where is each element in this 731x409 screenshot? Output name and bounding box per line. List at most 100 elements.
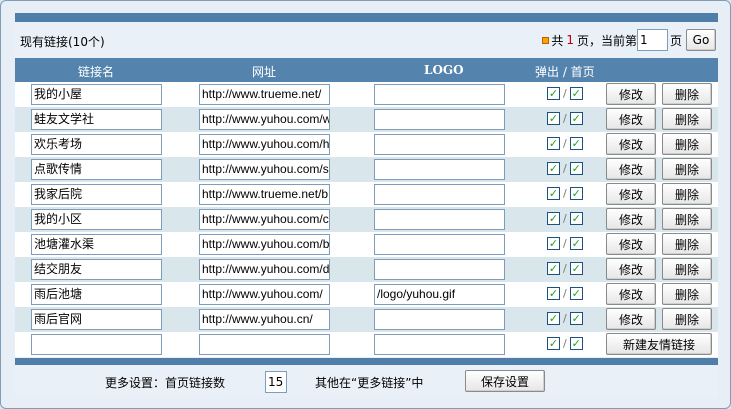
popup-home-checks: ✓ / ✓ <box>547 262 583 275</box>
delete-button[interactable]: 删除 <box>662 158 712 180</box>
edit-button[interactable]: 修改 <box>606 283 656 305</box>
home-checkbox[interactable]: ✓ <box>569 237 583 250</box>
link-url-input[interactable]: http://www.trueme.net/ <box>199 84 330 105</box>
link-logo-input[interactable] <box>374 109 505 130</box>
link-name-input[interactable]: 我家后院 <box>31 184 162 205</box>
edit-button[interactable]: 修改 <box>606 258 656 280</box>
link-name-input[interactable]: 雨后池塘 <box>31 284 162 305</box>
link-logo-input[interactable] <box>374 334 505 355</box>
link-url-input[interactable]: http://www.yuhou.com/w <box>199 109 330 130</box>
home-checkbox[interactable]: ✓ <box>569 262 583 275</box>
edit-button[interactable]: 修改 <box>606 108 656 130</box>
table-header: 链接名 网址 LOGO 弹出 / 首页 <box>15 58 718 82</box>
link-name-input[interactable]: 蛙友文学社 <box>31 109 162 130</box>
link-logo-input[interactable] <box>374 159 505 180</box>
link-name-input[interactable] <box>31 334 162 355</box>
edit-button[interactable]: 修改 <box>606 83 656 105</box>
table-row: 蛙友文学社 http://www.yuhou.com/w ✓ / ✓ 修改 删除 <box>15 107 718 132</box>
popup-checkbox[interactable]: ✓ <box>547 137 560 150</box>
delete-button[interactable]: 删除 <box>662 258 712 280</box>
delete-button[interactable]: 删除 <box>662 283 712 305</box>
popup-home-checks: ✓ / ✓ <box>547 137 583 150</box>
delete-button[interactable]: 删除 <box>662 133 712 155</box>
link-url-input[interactable]: http://www.yuhou.com/ <box>199 284 330 305</box>
link-url-input[interactable]: http://www.yuhou.com/c <box>199 209 330 230</box>
check-separator: / <box>563 162 567 175</box>
go-button[interactable]: Go <box>686 29 716 51</box>
home-checkbox[interactable]: ✓ <box>569 312 583 325</box>
delete-button[interactable]: 删除 <box>662 208 712 230</box>
link-url-input[interactable]: http://www.yuhou.com/d <box>199 259 330 280</box>
others-note: 其他在“更多链接”中 <box>315 376 424 390</box>
popup-home-checks: ✓ / ✓ <box>547 212 583 225</box>
link-logo-input[interactable] <box>374 259 505 280</box>
pager-page-unit: 页 <box>669 33 682 48</box>
popup-checkbox[interactable]: ✓ <box>547 187 560 200</box>
delete-button[interactable]: 删除 <box>662 233 712 255</box>
link-name-input[interactable]: 点歌传情 <box>31 159 162 180</box>
link-url-input[interactable]: http://www.yuhou.cn/ <box>199 309 330 330</box>
delete-button[interactable]: 删除 <box>662 83 712 105</box>
home-checkbox[interactable]: ✓ <box>569 187 583 200</box>
existing-links-count: 现有链接(10个) <box>20 35 105 49</box>
table-row: 我的小屋 http://www.trueme.net/ ✓ / ✓ 修改 删除 <box>15 82 718 107</box>
link-logo-input[interactable] <box>374 134 505 155</box>
link-url-input[interactable]: http://www.yuhou.com/h <box>199 134 330 155</box>
edit-button[interactable]: 修改 <box>606 158 656 180</box>
home-checkbox[interactable]: ✓ <box>569 137 583 150</box>
link-name-input[interactable]: 结交朋友 <box>31 259 162 280</box>
popup-checkbox[interactable]: ✓ <box>547 312 560 325</box>
current-page-input[interactable] <box>636 29 668 51</box>
link-logo-input[interactable] <box>374 84 505 105</box>
home-checkbox[interactable]: ✓ <box>569 337 583 350</box>
links-info-bar: 现有链接(10个) 共 1 页，当前第 页 Go <box>15 22 718 58</box>
popup-checkbox[interactable]: ✓ <box>547 337 560 350</box>
link-name-input[interactable]: 我的小屋 <box>31 84 162 105</box>
link-url-input[interactable]: http://www.yuhou.com/s <box>199 159 330 180</box>
edit-button[interactable]: 修改 <box>606 208 656 230</box>
link-name-input[interactable]: 雨后官网 <box>31 309 162 330</box>
link-logo-input[interactable] <box>374 209 505 230</box>
check-separator: / <box>563 337 567 350</box>
link-logo-input[interactable]: /logo/yuhou.gif <box>374 284 505 305</box>
popup-home-checks: ✓ / ✓ <box>547 162 583 175</box>
edit-button[interactable]: 修改 <box>606 308 656 330</box>
link-logo-input[interactable] <box>374 234 505 255</box>
edit-button[interactable]: 修改 <box>606 183 656 205</box>
check-separator: / <box>563 87 567 100</box>
table-row: 结交朋友 http://www.yuhou.com/d ✓ / ✓ 修改 删除 <box>15 257 718 282</box>
popup-checkbox[interactable]: ✓ <box>547 262 560 275</box>
popup-checkbox[interactable]: ✓ <box>547 112 560 125</box>
save-settings-button[interactable]: 保存设置 <box>465 370 545 392</box>
home-checkbox[interactable]: ✓ <box>569 87 583 100</box>
check-separator: / <box>563 287 567 300</box>
check-separator: / <box>563 212 567 225</box>
popup-checkbox[interactable]: ✓ <box>547 237 560 250</box>
link-name-input[interactable]: 欢乐考场 <box>31 134 162 155</box>
home-links-count-input[interactable] <box>265 371 287 393</box>
edit-button[interactable]: 修改 <box>606 133 656 155</box>
home-checkbox[interactable]: ✓ <box>569 212 583 225</box>
delete-button[interactable]: 删除 <box>662 183 712 205</box>
link-url-input[interactable] <box>199 334 330 355</box>
popup-checkbox[interactable]: ✓ <box>547 162 560 175</box>
link-url-input[interactable]: http://www.trueme.net/b <box>199 184 330 205</box>
new-link-button[interactable]: 新建友情链接 <box>606 333 712 355</box>
link-url-input[interactable]: http://www.yuhou.com/b <box>199 234 330 255</box>
popup-checkbox[interactable]: ✓ <box>547 287 560 300</box>
popup-checkbox[interactable]: ✓ <box>547 87 560 100</box>
home-checkbox[interactable]: ✓ <box>569 162 583 175</box>
home-checkbox[interactable]: ✓ <box>569 287 583 300</box>
link-logo-input[interactable] <box>374 309 505 330</box>
table-row: 池塘灌水渠 http://www.yuhou.com/b ✓ / ✓ 修改 删除 <box>15 232 718 257</box>
new-link-row: ✓ / ✓ 新建友情链接 <box>15 332 718 357</box>
edit-button[interactable]: 修改 <box>606 233 656 255</box>
link-name-input[interactable]: 我的小区 <box>31 209 162 230</box>
link-logo-input[interactable] <box>374 184 505 205</box>
check-separator: / <box>563 262 567 275</box>
home-checkbox[interactable]: ✓ <box>569 112 583 125</box>
popup-checkbox[interactable]: ✓ <box>547 212 560 225</box>
delete-button[interactable]: 删除 <box>662 108 712 130</box>
link-name-input[interactable]: 池塘灌水渠 <box>31 234 162 255</box>
delete-button[interactable]: 删除 <box>662 308 712 330</box>
